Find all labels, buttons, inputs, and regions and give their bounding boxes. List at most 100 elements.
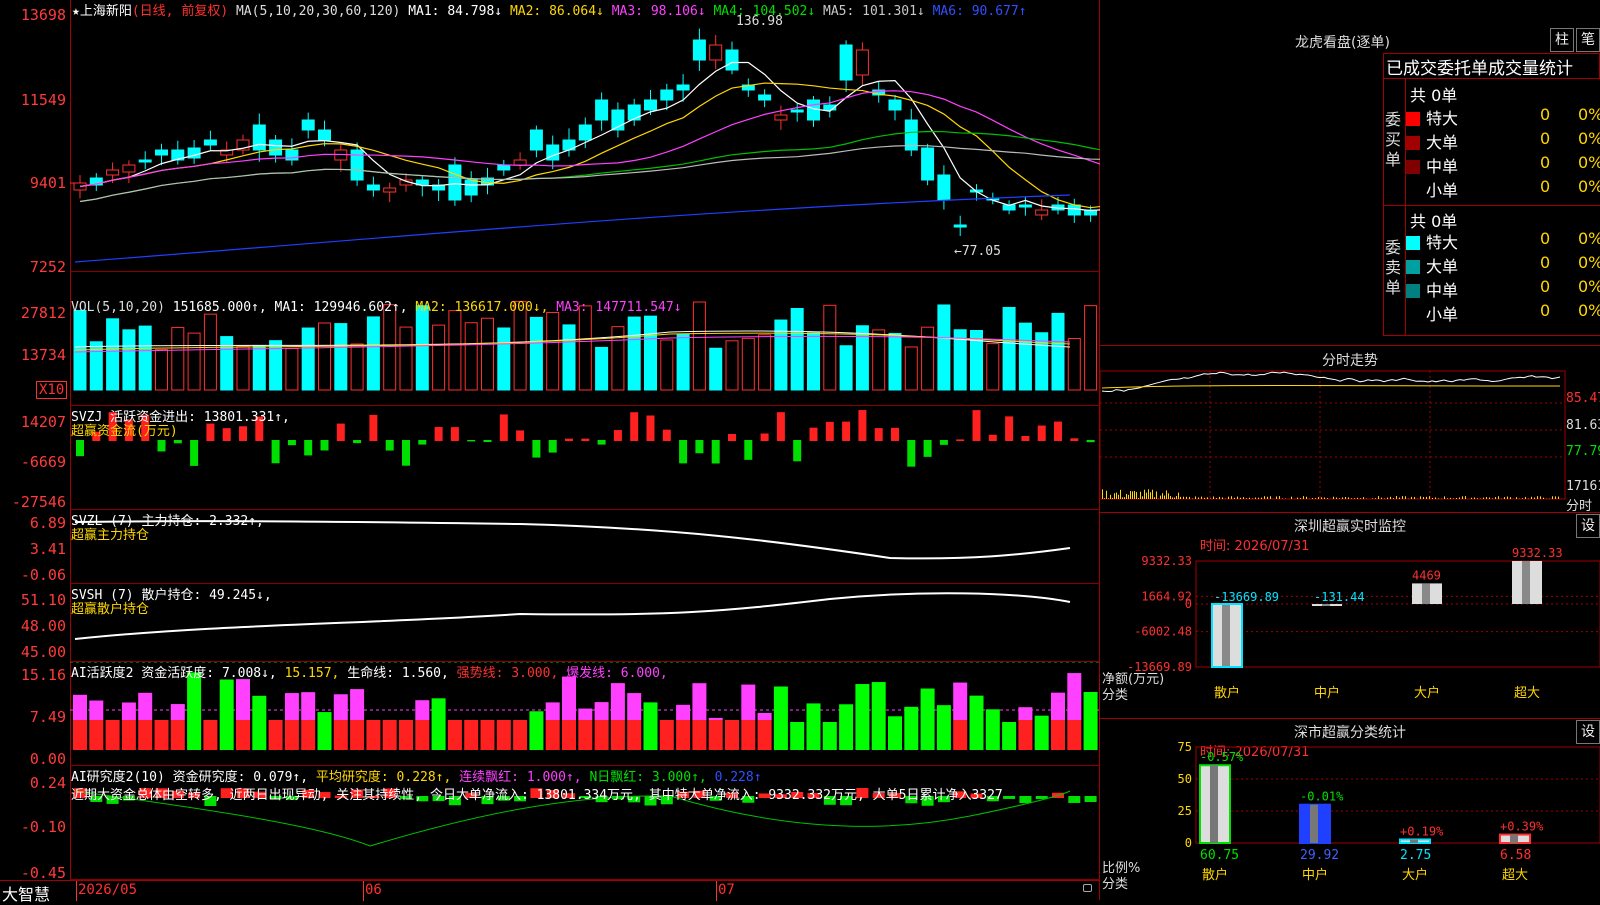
monitor-panel[interactable]: 深圳超赢实时监控 设 时间: 2026/07/31 9332.331664.92… (1100, 512, 1600, 718)
svzj-pane[interactable]: SVZJ 活跃资金进出: 13801.331↑, 超赢资金流(万元) (70, 406, 1100, 510)
price-candle (123, 165, 135, 172)
brand-logo[interactable]: 大智慧 (2, 881, 50, 905)
buy-row-count: 0 (1540, 105, 1550, 124)
ai-research-pane[interactable]: AI研究度2(10) 资金研究度: 0.079↑, 平均研究度: 0.228↑,… (70, 766, 1100, 880)
classify-value-label: 2.75 (1400, 848, 1431, 863)
active-bar-base (1051, 720, 1065, 750)
intraday-volume-bar (1411, 497, 1412, 499)
active-bar (986, 709, 1000, 750)
intraday-volume-bar (1148, 489, 1149, 499)
svzj-bar (875, 428, 883, 441)
ma-label-6: MA6: 90.677↑ (933, 4, 1027, 19)
intraday-volume-bar (1282, 498, 1283, 499)
price-candle (922, 148, 934, 180)
svzl-pane[interactable]: SVZL (7) 主力持仓: 2.332↑, 超赢主力持仓 (70, 510, 1100, 584)
svzj-bar (500, 414, 508, 441)
intraday-volume-bar (1178, 493, 1179, 499)
svzl-subtitle: 超赢主力持仓 (71, 524, 149, 543)
svzj-bar (810, 428, 818, 441)
intraday-volume-bar (1154, 497, 1155, 499)
buy-row-count: 0 (1540, 129, 1550, 148)
intraday-volume-bar (1104, 498, 1105, 499)
intraday-volume-bar (1423, 497, 1424, 499)
intraday-volume-bar (1474, 497, 1475, 499)
active-bar (839, 704, 853, 750)
ai-research-t1: AI研究度2(10) 资金研究度: 0.079↑, (71, 770, 308, 785)
svsh-pane[interactable]: SVSH (7) 散户持仓: 49.245↓, 超赢散户持仓 (70, 584, 1100, 662)
intraday-panel[interactable]: 分时走势 85.47 81.63 77.79 17161 分时 (1100, 345, 1600, 512)
color-swatch-icon (1406, 308, 1420, 322)
intraday-volume-bar (1363, 497, 1364, 499)
intraday-volume-bar (1243, 497, 1244, 499)
intraday-volume-bar (1537, 496, 1538, 499)
svzj-bar (158, 440, 166, 451)
intraday-volume-bar (1333, 497, 1334, 499)
svzj-bar (712, 440, 720, 463)
svzj-bar (647, 415, 655, 441)
intraday-volume-bar (1172, 497, 1173, 499)
svzj-bar (1070, 438, 1078, 441)
price-candle (1019, 205, 1031, 207)
intraday-volume-bar (1348, 497, 1349, 499)
intraday-volume-bar (1258, 498, 1259, 499)
classify-panel[interactable]: 深市超赢分类统计 设 时间: 2026/07/31 7550250-0.57%6… (1100, 718, 1600, 900)
sell-row-count: 0 (1540, 229, 1550, 248)
intraday-volume-bar (1150, 492, 1151, 499)
ai-active-pane[interactable]: AI活跃度2 资金活跃度: 7.008↓, 15.157, 生命线: 1.560… (70, 662, 1100, 766)
active-bar-base (138, 720, 152, 750)
volume-pane[interactable]: VOL(5,10,20) 151685.000↑, MA1: 129946.60… (70, 272, 1100, 406)
intraday-volume-bar (1540, 496, 1541, 499)
intraday-volume-bar (1142, 496, 1143, 499)
volume-bar (791, 308, 803, 390)
intraday-volume-bar (1462, 496, 1463, 499)
sell-row-name: 小单 (1426, 305, 1458, 324)
intraday-volume-bar (1195, 496, 1196, 499)
active-bar-base (269, 720, 283, 750)
svzj-bar (679, 440, 687, 463)
intraday-volume-bar (1327, 498, 1328, 499)
svzj-bar (304, 440, 312, 455)
intraday-volume-bar (1492, 498, 1493, 499)
stroke-button[interactable]: 笔 (1576, 28, 1600, 52)
active-bar-top (627, 693, 641, 720)
intraday-volume-bar (1525, 497, 1526, 499)
svzj-bar (549, 440, 557, 453)
intraday-volume-bar (1450, 498, 1451, 499)
stock-name: 上海新阳 (80, 4, 132, 19)
intraday-volume-bar (1237, 497, 1238, 499)
ai-active-t1: AI活跃度2 资金活跃度: 7.008↓, (71, 666, 277, 681)
price-candle (204, 140, 216, 145)
price-pane[interactable]: ★上海新阳(日线, 前复权) MA(5,10,20,30,60,120) MA1… (70, 0, 1100, 272)
lock-icon[interactable] (1083, 884, 1092, 892)
sell-row-name: 大单 (1426, 257, 1458, 276)
intraday-volume-bar (1351, 498, 1352, 499)
price-candle (775, 115, 787, 120)
classify-change-label: +0.39% (1500, 820, 1544, 834)
volume-bar (1052, 313, 1064, 390)
column-button[interactable]: 柱 (1550, 28, 1574, 52)
ma6-line (75, 195, 1070, 262)
color-swatch-icon (1406, 284, 1420, 298)
intraday-volume-bar (1510, 497, 1511, 499)
buy-row-pct: 0% (1578, 129, 1600, 148)
star-icon[interactable]: ★ (72, 4, 80, 19)
volume-bar (498, 328, 510, 390)
volume-bar (433, 325, 445, 390)
svzj-bar (956, 439, 964, 441)
volume-bar (1019, 323, 1031, 390)
active-bar-base (758, 720, 772, 750)
intraday-volume-bar (1381, 498, 1382, 499)
vol-value: 151685.000↑, (173, 300, 267, 315)
vol-unit: X10 (36, 381, 67, 399)
svzj-bar (695, 440, 703, 453)
intraday-volume-bar (1486, 497, 1487, 499)
intraday-volume-bar (1504, 497, 1505, 499)
volume-bar (221, 337, 233, 390)
intraday-volume-bar (1402, 496, 1403, 499)
intraday-volume-bar (1447, 498, 1448, 499)
monitor-bar-shade (1322, 604, 1330, 606)
buy-row-name: 小单 (1426, 181, 1458, 200)
price-candle (579, 125, 591, 140)
classify-change-label: -0.01% (1300, 790, 1344, 804)
active-bar (1035, 716, 1049, 750)
